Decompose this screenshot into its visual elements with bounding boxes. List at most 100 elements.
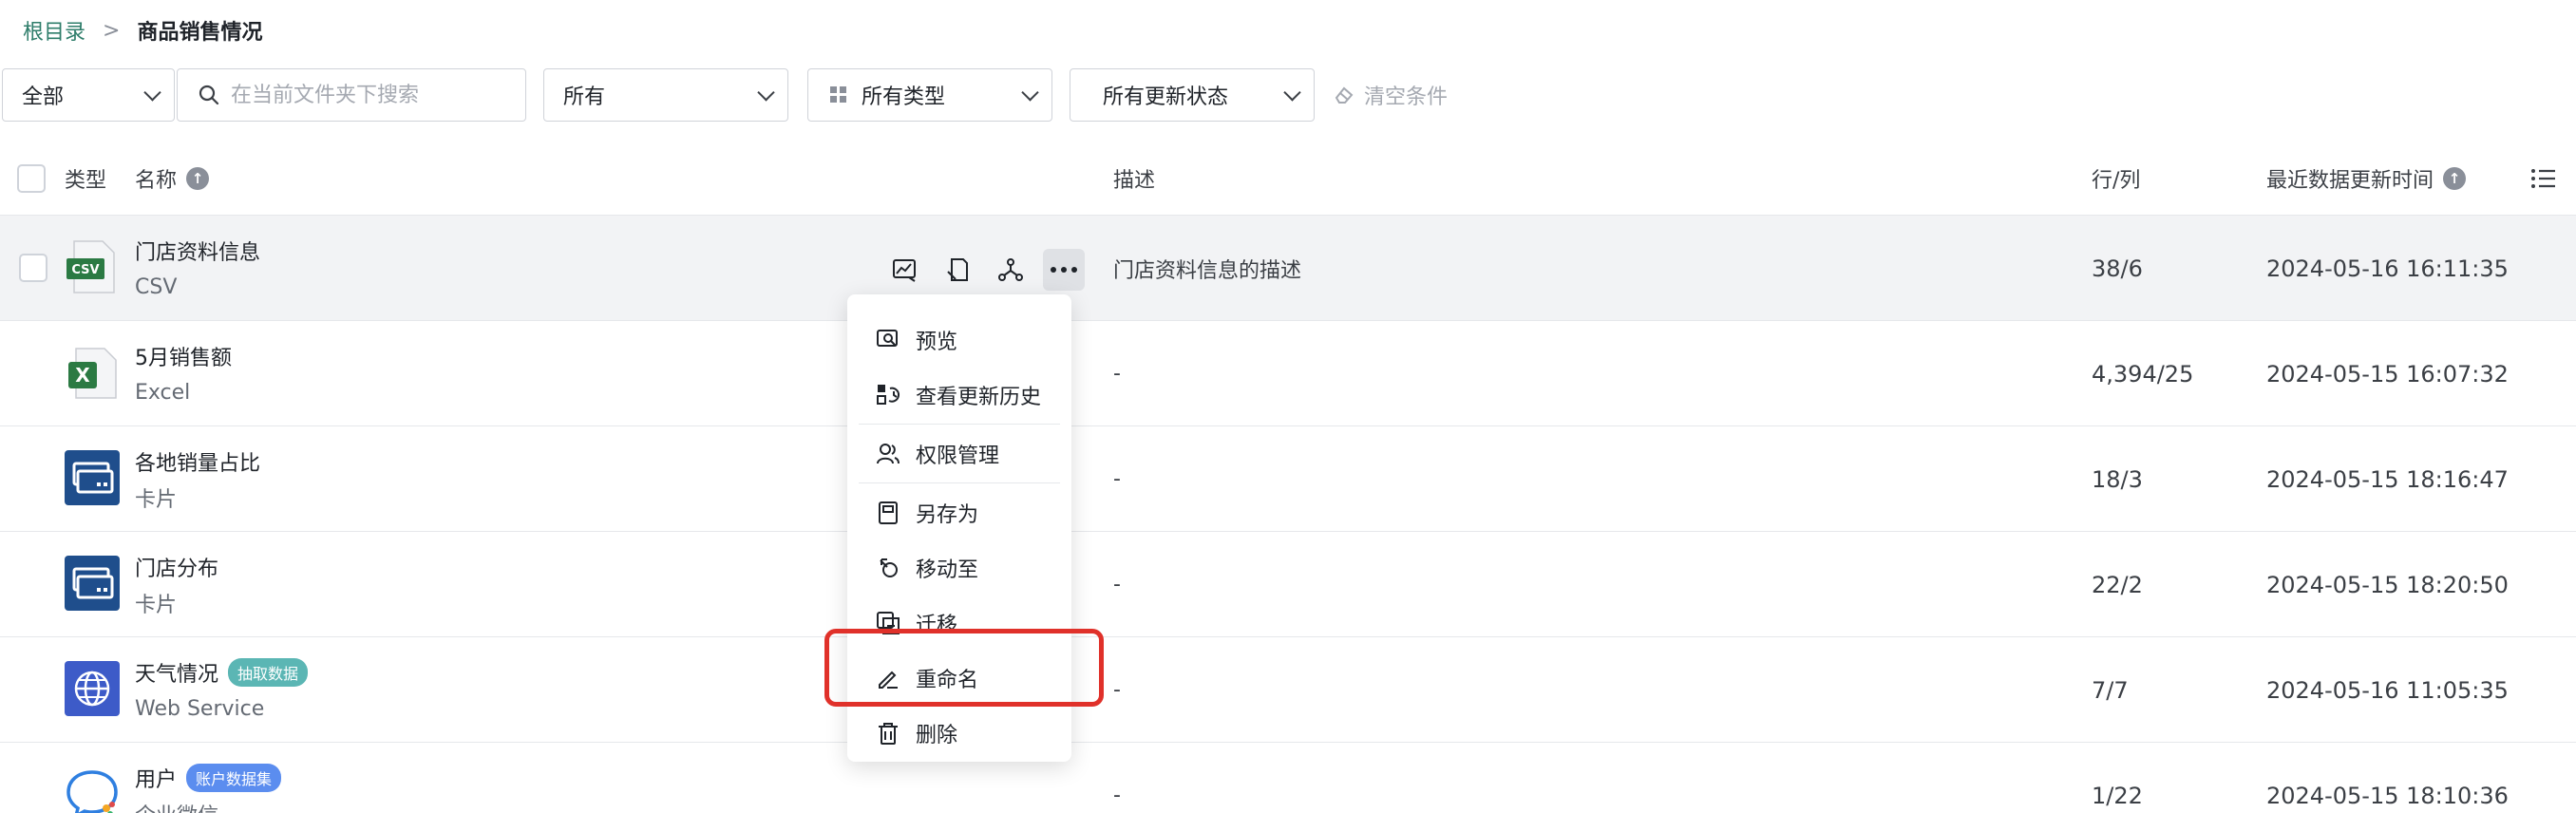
breadcrumb-root-link[interactable]: 根目录 xyxy=(23,15,85,46)
more-actions-button[interactable] xyxy=(1043,249,1085,291)
row-checkbox-wrap xyxy=(19,254,47,282)
row-rows-cols: 22/2 xyxy=(2092,571,2143,598)
globe-icon xyxy=(65,661,120,716)
list-icon xyxy=(2531,169,2555,188)
row-updated-time: 2024-05-15 16:07:32 xyxy=(2266,360,2509,388)
table-row[interactable]: 天气情况 抽取数据 Web Service - 7/7 2024-05-16 1… xyxy=(0,636,2576,742)
row-name-text: 用户 xyxy=(135,768,178,792)
column-name[interactable]: 名称 ↑ xyxy=(135,142,210,215)
table-row[interactable]: 各地销量占比 卡片 - 18/3 2024-05-15 18:16:47 xyxy=(0,425,2576,531)
row-description: - xyxy=(1113,784,1121,807)
row-updated-time: 2024-05-16 16:11:35 xyxy=(2266,255,2509,282)
row-rows-cols: 18/3 xyxy=(2092,465,2143,493)
menu-item-label: 查看更新历史 xyxy=(916,386,1042,409)
row-rows-cols: 4,394/25 xyxy=(2092,360,2194,388)
menu-item-delete[interactable]: 删除 xyxy=(847,709,1071,758)
row-subtype: CSV xyxy=(135,274,178,299)
table-row[interactable]: CSV 门店资料信息 CSV 门店资料信息的描述 38/6 2024-05-16… xyxy=(0,215,2576,320)
table-row[interactable]: 门店分布 卡片 - 22/2 2024-05-15 18:20:50 xyxy=(0,531,2576,636)
table-row[interactable]: 用户 账户数据集 企业微信 - 1/22 2024-05-15 18:10:36 xyxy=(0,742,2576,813)
card-icon xyxy=(65,450,120,505)
search-box[interactable] xyxy=(177,68,526,122)
select-all-wrap xyxy=(17,142,46,215)
excel-icon: X xyxy=(68,348,117,399)
table-row[interactable]: X 5月销售额 Excel - 4,394/25 2024-05-15 16:0… xyxy=(0,320,2576,425)
breadcrumb: 根目录 > 商品销售情况 xyxy=(23,15,262,46)
menu-item-label: 另存为 xyxy=(916,503,979,527)
sort-icon[interactable]: ↑ xyxy=(186,167,210,190)
analyze-button[interactable] xyxy=(883,249,925,291)
lineage-button[interactable] xyxy=(990,249,1032,291)
menu-item-label: 权限管理 xyxy=(916,444,1000,468)
menu-item-label: 删除 xyxy=(916,724,958,747)
chevron-down-icon xyxy=(757,84,775,102)
row-updated-time: 2024-05-15 18:16:47 xyxy=(2266,465,2509,493)
clear-filters-label: 清空条件 xyxy=(1364,85,1449,109)
row-subtype: 企业微信 xyxy=(135,800,218,813)
row-name[interactable]: 门店分布 xyxy=(135,553,218,581)
row-name[interactable]: 各地销量占比 xyxy=(135,447,260,476)
column-rows-cols: 行/列 xyxy=(2092,169,2141,193)
row-description: - xyxy=(1113,362,1121,386)
row-rows-cols: 7/7 xyxy=(2092,676,2129,704)
row-name[interactable]: 5月销售额 xyxy=(135,342,232,370)
row-updated-time: 2024-05-15 18:10:36 xyxy=(2266,782,2509,809)
csv-icon: CSV xyxy=(66,240,115,293)
select-all-checkbox[interactable] xyxy=(17,164,46,193)
row-description: 门店资料信息的描述 xyxy=(1113,258,1302,283)
row-subtype: 卡片 xyxy=(135,594,178,617)
chart-edit-icon xyxy=(893,259,916,282)
menu-item-label: 预览 xyxy=(916,331,958,354)
eraser-icon xyxy=(1335,86,1354,104)
row-subtype: 卡片 xyxy=(135,488,178,512)
lineage-icon xyxy=(998,258,1023,281)
menu-item-move-to[interactable]: 移动至 xyxy=(847,543,1071,593)
row-description: - xyxy=(1113,573,1121,596)
more-icon xyxy=(1051,267,1077,273)
wechat-work-icon xyxy=(66,770,118,813)
row-name[interactable]: 门店资料信息 xyxy=(135,236,260,265)
users-icon xyxy=(877,444,900,464)
menu-item-save-as[interactable]: 另存为 xyxy=(847,488,1071,538)
menu-item-history[interactable]: 查看更新历史 xyxy=(847,370,1071,420)
row-name[interactable]: 用户 账户数据集 xyxy=(135,764,282,792)
column-settings-button[interactable] xyxy=(2530,142,2563,215)
chevron-down-icon xyxy=(1021,84,1039,102)
save-as-icon xyxy=(879,501,898,524)
chevron-down-icon xyxy=(1283,84,1301,102)
breadcrumb-separator: > xyxy=(103,18,121,43)
search-input[interactable] xyxy=(231,83,516,107)
svg-text:CSV: CSV xyxy=(71,263,99,277)
search-icon xyxy=(199,85,219,105)
preview-icon xyxy=(877,330,898,347)
type-select-value: 所有类型 xyxy=(862,85,946,109)
chevron-down-icon xyxy=(143,84,161,102)
clear-filters-button[interactable]: 清空条件 xyxy=(1334,68,1448,122)
row-subtype: Web Service xyxy=(135,696,265,721)
menu-divider xyxy=(859,424,1060,425)
column-type: 类型 xyxy=(65,169,107,193)
row-name[interactable]: 天气情况 抽取数据 xyxy=(135,658,309,687)
edit-dataset-button[interactable] xyxy=(937,249,978,291)
update-status-select[interactable]: 所有更新状态 xyxy=(1070,68,1315,122)
row-subtype: Excel xyxy=(135,380,191,405)
column-updated[interactable]: 最近数据更新时间 ↑ xyxy=(2266,142,2467,215)
scope-select-value: 全部 xyxy=(22,85,65,109)
menu-item-preview[interactable]: 预览 xyxy=(847,315,1071,365)
owner-select[interactable]: 所有 xyxy=(543,68,788,122)
table-header: 类型 名称 ↑ 描述 行/列 最近数据更新时间 ↑ xyxy=(0,142,2576,215)
trash-icon xyxy=(879,723,898,745)
row-checkbox[interactable] xyxy=(19,254,47,282)
move-icon xyxy=(880,558,898,577)
sort-icon[interactable]: ↑ xyxy=(2443,167,2467,190)
menu-item-label: 移动至 xyxy=(916,558,979,582)
row-description: - xyxy=(1113,678,1121,702)
document-edit-icon xyxy=(947,258,968,281)
update-status-select-value: 所有更新状态 xyxy=(1103,85,1229,109)
menu-item-permissions[interactable]: 权限管理 xyxy=(847,429,1071,479)
column-description: 描述 xyxy=(1113,169,1156,193)
scope-select[interactable]: 全部 xyxy=(2,68,175,122)
extract-badge: 抽取数据 xyxy=(228,658,309,687)
type-select[interactable]: 所有类型 xyxy=(807,68,1052,122)
row-updated-time: 2024-05-16 11:05:35 xyxy=(2266,676,2509,704)
